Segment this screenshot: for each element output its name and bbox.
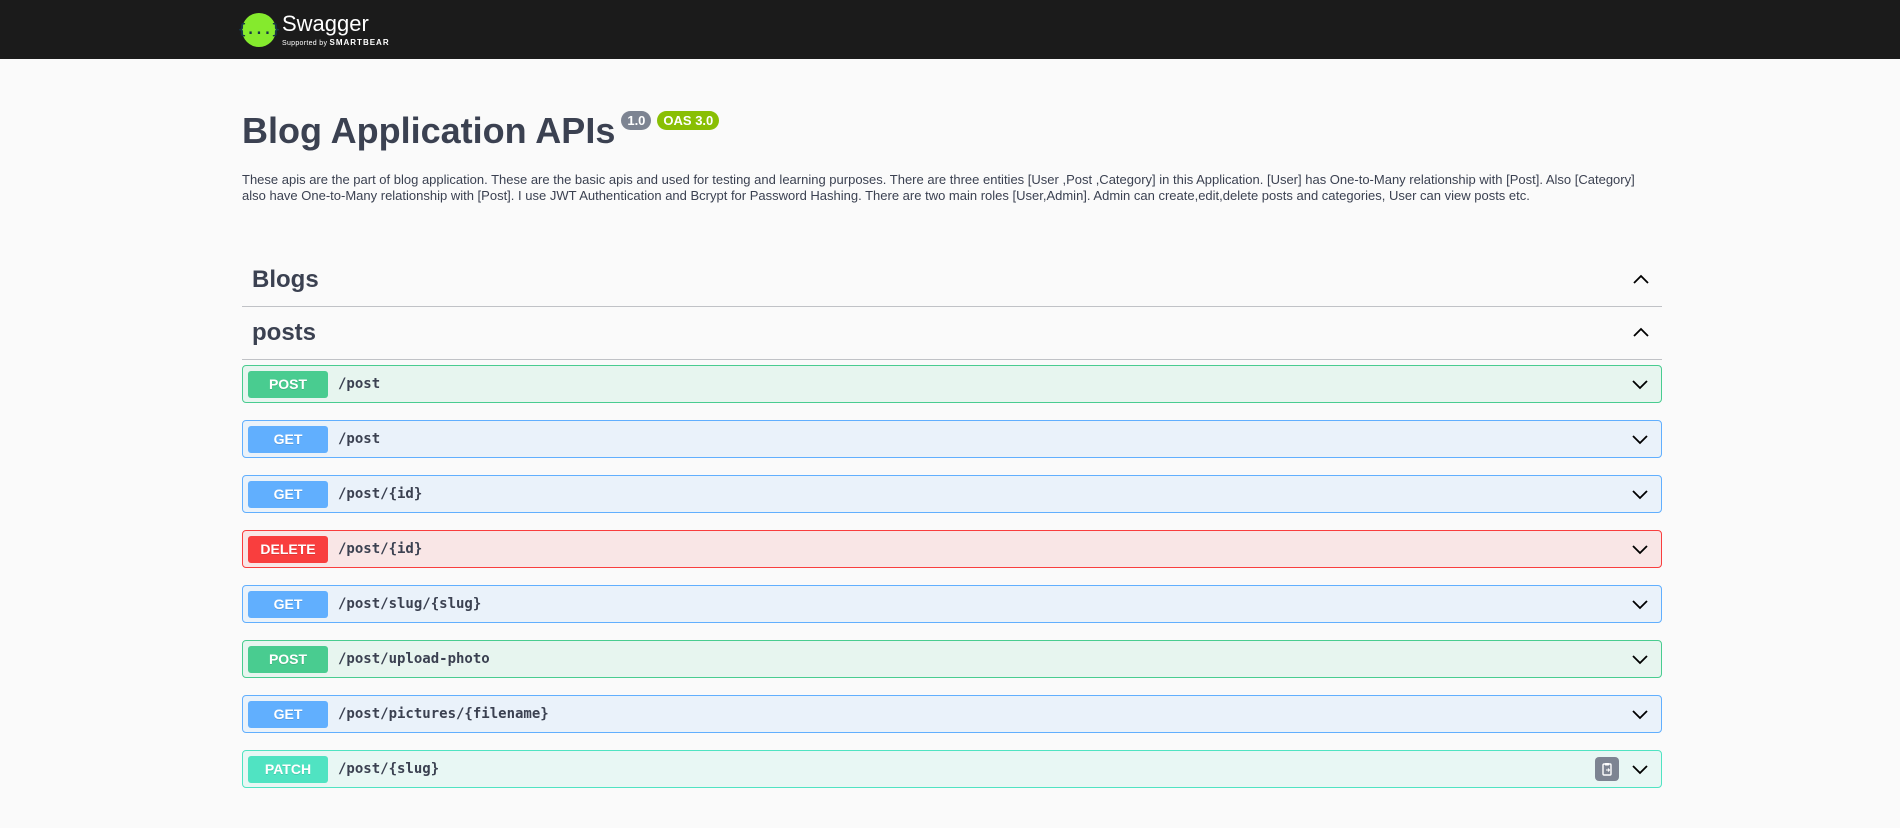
opblock-delete-post-id[interactable]: DELETE /post/{id} <box>242 530 1662 569</box>
tag-sections: Blogs posts POST /post GET /post GET /po… <box>242 254 1662 789</box>
main-container: Blog Application APIs 1.0 OAS 3.0 These … <box>242 59 1662 805</box>
chevron-down-icon[interactable] <box>1629 758 1651 780</box>
swagger-logo-icon: {...} <box>238 12 280 47</box>
op-actions <box>1629 641 1651 677</box>
opblock-post-post[interactable]: POST /post <box>242 365 1662 404</box>
section-blogs[interactable]: Blogs <box>242 254 1662 308</box>
chevron-down-icon[interactable] <box>1629 483 1651 505</box>
logo-sub-brand: SMARTBEAR <box>329 37 390 47</box>
opblock-get-post[interactable]: GET /post <box>242 420 1662 459</box>
section-title-posts: posts <box>252 319 317 347</box>
op-actions <box>1595 751 1651 787</box>
api-info: Blog Application APIs 1.0 OAS 3.0 These … <box>242 109 1662 204</box>
operation-path: /post/upload-photo <box>338 651 490 668</box>
api-description: These apis are the part of blog applicat… <box>242 172 1635 204</box>
operations-list: POST /post GET /post GET /post/{id} DELE… <box>242 365 1662 789</box>
chevron-down-icon[interactable] <box>1629 538 1651 560</box>
method-badge: GET <box>248 425 328 453</box>
opblock-get-post-id[interactable]: GET /post/{id} <box>242 475 1662 514</box>
method-badge: POST <box>248 645 328 673</box>
chevron-down-icon[interactable] <box>1629 703 1651 725</box>
chevron-down-icon[interactable] <box>1629 373 1651 395</box>
api-title: Blog Application APIs <box>242 110 616 151</box>
opblock-patch-post-slug[interactable]: PATCH /post/{slug} <box>242 750 1662 789</box>
opblock-get-post-slug[interactable]: GET /post/slug/{slug} <box>242 585 1662 624</box>
version-badge: 1.0 <box>621 111 652 130</box>
op-actions <box>1629 476 1651 512</box>
method-badge: DELETE <box>248 535 328 563</box>
method-badge: GET <box>248 590 328 618</box>
operation-path: /post <box>338 431 381 448</box>
op-actions <box>1629 421 1651 457</box>
method-badge: GET <box>248 480 328 508</box>
copy-to-clipboard-icon[interactable] <box>1595 757 1619 782</box>
op-actions <box>1629 531 1651 567</box>
chevron-down-icon[interactable] <box>1629 593 1651 615</box>
logo-sub: Supported by SMARTBEAR <box>282 37 390 47</box>
chevron-up-icon[interactable] <box>1630 322 1652 344</box>
logo-text: Swagger Supported by SMARTBEAR <box>282 10 390 47</box>
op-actions <box>1629 366 1651 402</box>
op-actions <box>1629 696 1651 732</box>
chevron-down-icon[interactable] <box>1629 428 1651 450</box>
method-badge: PATCH <box>248 755 328 783</box>
operation-path: /post/{id} <box>338 486 423 503</box>
opblock-post-upload-photo[interactable]: POST /post/upload-photo <box>242 640 1662 679</box>
operation-path: /post/slug/{slug} <box>338 596 482 613</box>
logo-sub-prefix: Supported by <box>282 39 328 47</box>
topbar: {...} Swagger Supported by SMARTBEAR <box>0 0 1900 59</box>
section-posts[interactable]: posts <box>242 307 1662 361</box>
operation-path: /post/{slug} <box>338 761 440 778</box>
swagger-logo-link[interactable]: {...} Swagger Supported by SMARTBEAR <box>238 10 390 47</box>
chevron-down-icon[interactable] <box>1629 648 1651 670</box>
op-actions <box>1629 586 1651 622</box>
section-title-blogs: Blogs <box>252 266 319 294</box>
opblock-get-pictures-filename[interactable]: GET /post/pictures/{filename} <box>242 695 1662 734</box>
method-badge: GET <box>248 700 328 728</box>
operation-path: /post/pictures/{filename} <box>338 706 549 723</box>
chevron-up-icon[interactable] <box>1630 269 1652 291</box>
operation-path: /post/{id} <box>338 541 423 558</box>
title-row: Blog Application APIs 1.0 OAS 3.0 <box>242 109 1662 152</box>
method-badge: POST <box>248 370 328 398</box>
oas-badge: OAS 3.0 <box>657 111 720 130</box>
operation-path: /post <box>338 376 381 393</box>
logo-name: Swagger <box>282 10 369 36</box>
